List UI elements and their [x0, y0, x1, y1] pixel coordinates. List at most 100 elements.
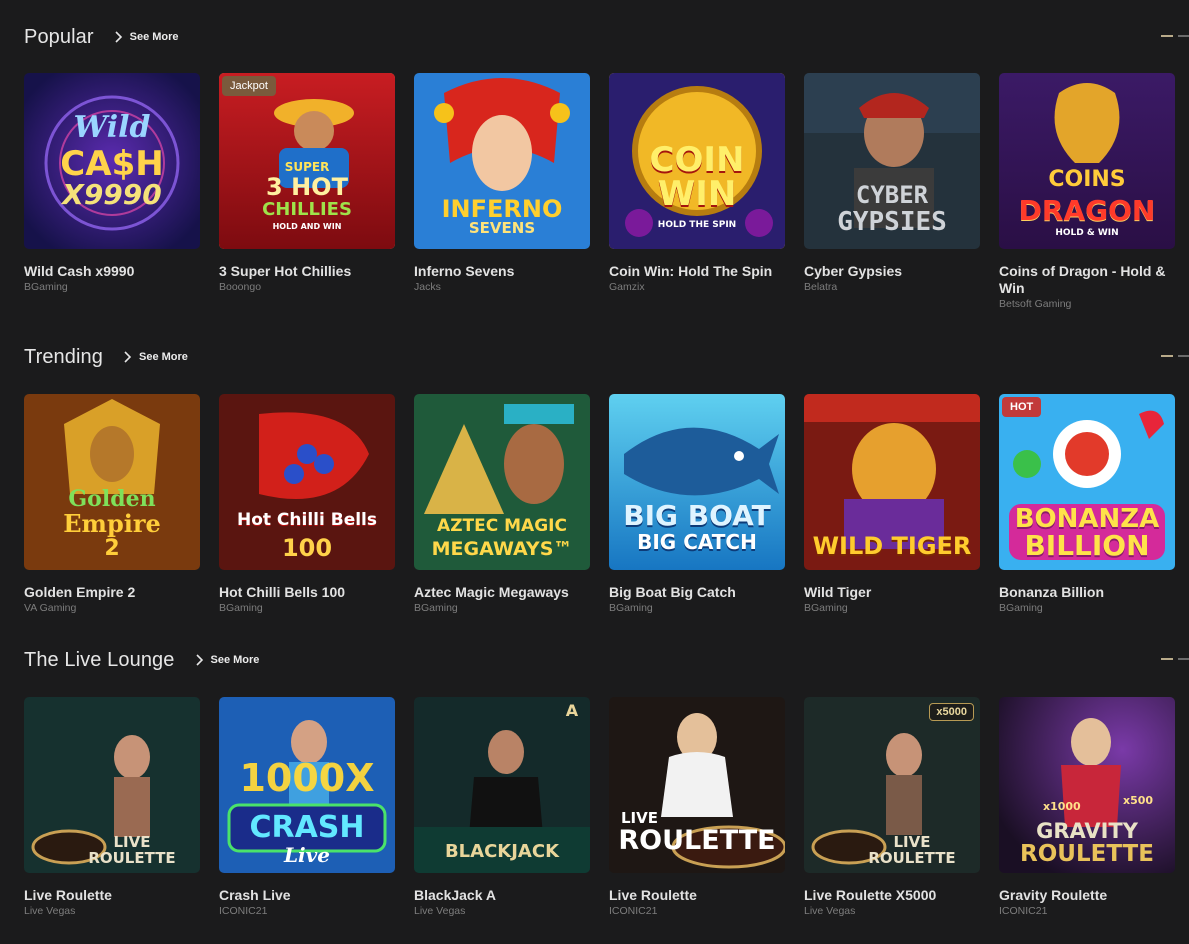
game-art-text: HOLD AND WIN	[272, 222, 342, 231]
game-art-text: HOLD & WIN	[1055, 228, 1119, 238]
game-card[interactable]: LIVE ROULETTE Live Roulette Live Vegas	[24, 697, 200, 917]
game-card[interactable]: LIVE ROULETTE Live Roulette ICONIC21	[609, 697, 785, 917]
game-title[interactable]: Live Roulette	[609, 887, 785, 904]
game-art-text: ROULETTE	[1020, 841, 1154, 867]
game-art-text: WIN	[657, 174, 737, 214]
section-title: Popular	[24, 25, 94, 48]
game-art-text: LIVE	[113, 833, 151, 851]
game-row: Wild CA$H X9990 Wild Cash x9990 BGaming …	[24, 73, 1189, 313]
see-more-label: See More	[210, 654, 260, 666]
game-provider: Belatra	[804, 281, 838, 293]
see-more-link[interactable]: See More	[193, 653, 260, 667]
game-art-text: SUPER	[284, 160, 330, 174]
game-card[interactable]: x1000 x500 GRAVITY ROULETTE Gravity Roul…	[999, 697, 1175, 917]
game-art-text: Golden	[68, 486, 156, 512]
game-title[interactable]: Coin Win: Hold The Spin	[609, 263, 785, 280]
see-more-label: See More	[129, 31, 179, 43]
see-more-link[interactable]: See More	[121, 350, 188, 364]
game-thumbnail[interactable]: WILD TIGER	[804, 394, 980, 570]
game-card[interactable]: HOT BONANZA BILLION Bonanza Billion BGam…	[999, 394, 1175, 614]
game-art-text: INFERNO	[441, 195, 563, 223]
game-art-text: ROULETTE	[868, 849, 956, 867]
game-thumbnail[interactable]: Wild CA$H X9990	[24, 73, 200, 249]
game-thumbnail[interactable]: LIVE ROULETTE	[24, 697, 200, 873]
game-card[interactable]: BIG BOAT BIG CATCH Big Boat Big Catch BG…	[609, 394, 785, 614]
game-art-text: Live	[283, 843, 330, 867]
game-thumbnail[interactable]: Hot Chilli Bells 100	[219, 394, 395, 570]
game-thumbnail[interactable]: CYBER GYPSIES	[804, 73, 980, 249]
jackpot-badge: Jackpot	[222, 76, 276, 96]
game-card[interactable]: WILD TIGER Wild Tiger BGaming	[804, 394, 980, 614]
game-title[interactable]: Wild Cash x9990	[24, 263, 200, 280]
game-art-text: CHILLIES	[262, 199, 352, 220]
game-art-text: CRASH	[249, 810, 365, 845]
game-title[interactable]: Hot Chilli Bells 100	[219, 584, 395, 601]
game-card[interactable]: A BLACKJACK BlackJack A Live Vegas	[414, 697, 590, 917]
game-provider: Gamzix	[609, 281, 645, 293]
game-title[interactable]: Golden Empire 2	[24, 584, 200, 601]
section-header: Popular See More	[24, 22, 179, 52]
game-provider: BGaming	[804, 602, 848, 614]
chevron-right-icon	[195, 654, 203, 666]
game-title[interactable]: Big Boat Big Catch	[609, 584, 785, 601]
game-thumbnail[interactable]: Golden Empire 2	[24, 394, 200, 570]
game-title[interactable]: Live Roulette	[24, 887, 200, 904]
game-art-text: 100	[281, 534, 333, 562]
chevron-right-icon	[115, 31, 122, 43]
game-card[interactable]: Wild CA$H X9990 Wild Cash x9990 BGaming	[24, 73, 200, 293]
game-thumbnail[interactable]: x1000 x500 GRAVITY ROULETTE	[999, 697, 1175, 873]
game-card[interactable]: AZTEC MAGIC MEGAWAYS™ Aztec Magic Megawa…	[414, 394, 590, 614]
game-art-text: WILD TIGER	[812, 532, 972, 560]
game-thumbnail[interactable]: LIVE ROULETTE	[609, 697, 785, 873]
game-art-text: MEGAWAYS™	[431, 538, 573, 560]
game-thumbnail[interactable]: 1000X CRASH Live	[219, 697, 395, 873]
game-title[interactable]: Cyber Gypsies	[804, 263, 980, 280]
game-card[interactable]: COINS DRAGON HOLD & WIN Coins of Dragon …	[999, 73, 1175, 310]
game-card[interactable]: 1000X CRASH Live Crash Live ICONIC21	[219, 697, 395, 917]
see-more-link[interactable]: See More	[112, 30, 179, 44]
game-art-text: CA$H	[60, 144, 164, 184]
game-art-text: BIG BOAT	[623, 499, 771, 532]
game-thumbnail[interactable]: HOT BONANZA BILLION	[999, 394, 1175, 570]
game-art-text: CYBER	[855, 181, 929, 209]
game-card[interactable]: CYBER GYPSIES Cyber Gypsies Belatra	[804, 73, 980, 293]
section-title: Trending	[24, 345, 103, 368]
game-card[interactable]: x5000 LIVE ROULETTE Live Roulette X5000 …	[804, 697, 980, 917]
game-card[interactable]: COIN WIN HOLD THE SPIN Coin Win: Hold Th…	[609, 73, 785, 293]
game-thumbnail[interactable]: COIN WIN HOLD THE SPIN	[609, 73, 785, 249]
game-art-text: 1000X	[239, 756, 375, 800]
game-provider: BGaming	[999, 602, 1043, 614]
game-provider: ICONIC21	[999, 905, 1048, 917]
game-thumbnail[interactable]: x5000 LIVE ROULETTE	[804, 697, 980, 873]
game-title[interactable]: Wild Tiger	[804, 584, 980, 601]
game-card[interactable]: INFERNO SEVENS Inferno Sevens Jacks	[414, 73, 590, 293]
game-art-text: ROULETTE	[88, 849, 176, 867]
game-title[interactable]: 3 Super Hot Chillies	[219, 263, 395, 280]
game-art-text: BILLION	[1024, 529, 1150, 562]
game-title[interactable]: BlackJack A	[414, 887, 590, 904]
game-card[interactable]: Jackpot SUPER 3 HOT CHILLIES HOLD AND WI…	[219, 73, 395, 293]
game-title[interactable]: Crash Live	[219, 887, 395, 904]
carousel-dash-icon[interactable]	[1161, 35, 1189, 39]
game-thumbnail[interactable]: INFERNO SEVENS	[414, 73, 590, 249]
carousel-dash-icon[interactable]	[1161, 658, 1189, 662]
game-provider: BGaming	[219, 602, 263, 614]
game-thumbnail[interactable]: A BLACKJACK	[414, 697, 590, 873]
game-card[interactable]: Hot Chilli Bells 100 Hot Chilli Bells 10…	[219, 394, 395, 614]
game-thumbnail[interactable]: AZTEC MAGIC MEGAWAYS™	[414, 394, 590, 570]
game-title[interactable]: Bonanza Billion	[999, 584, 1175, 601]
game-thumbnail[interactable]: COINS DRAGON HOLD & WIN	[999, 73, 1175, 249]
game-row: Golden Empire 2 Golden Empire 2 VA Gamin…	[24, 394, 1189, 634]
game-title[interactable]: Live Roulette X5000	[804, 887, 980, 904]
game-title[interactable]: Inferno Sevens	[414, 263, 590, 280]
game-title[interactable]: Gravity Roulette	[999, 887, 1175, 904]
section-header: The Live Lounge See More	[24, 645, 259, 675]
game-art-text: COINS	[1048, 167, 1126, 192]
game-title[interactable]: Coins of Dragon - Hold & Win	[999, 263, 1175, 297]
game-card[interactable]: Golden Empire 2 Golden Empire 2 VA Gamin…	[24, 394, 200, 614]
game-thumbnail[interactable]: Jackpot SUPER 3 HOT CHILLIES HOLD AND WI…	[219, 73, 395, 249]
game-thumbnail[interactable]: BIG BOAT BIG CATCH	[609, 394, 785, 570]
game-title[interactable]: Aztec Magic Megaways	[414, 584, 590, 601]
carousel-dash-icon[interactable]	[1161, 355, 1189, 359]
game-row: LIVE ROULETTE Live Roulette Live Vegas 1…	[24, 697, 1189, 937]
